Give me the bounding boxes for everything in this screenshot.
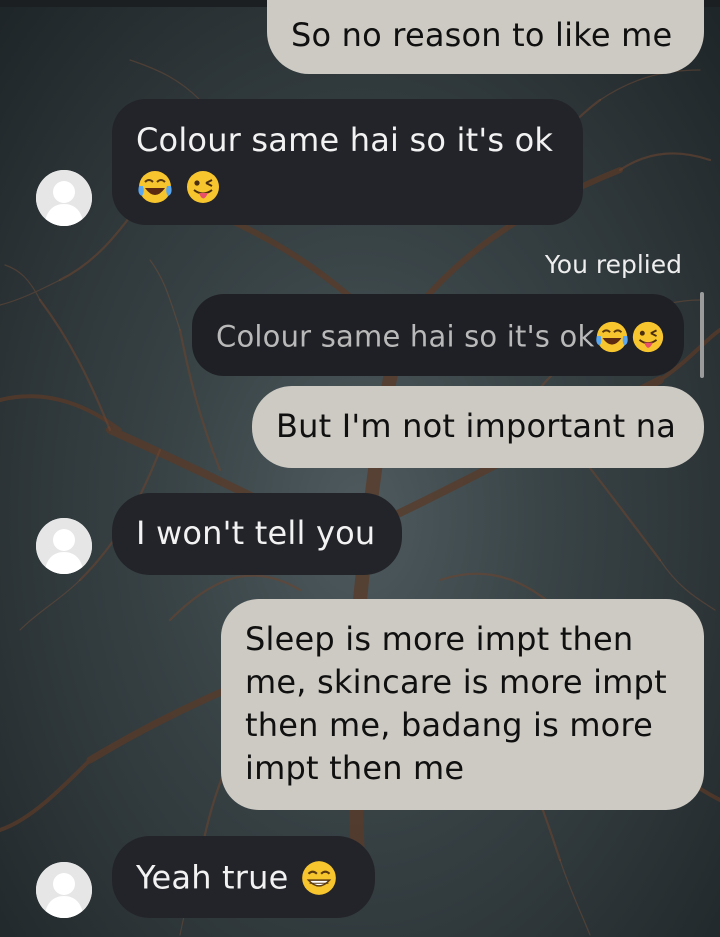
message-bubble-outgoing[interactable]: Sleep is more impt then me, skincare is … (221, 599, 704, 810)
message-text: But I'm not important na (276, 407, 677, 445)
face-with-tears-of-joy-icon (596, 321, 629, 353)
quoted-message[interactable]: Colour same hai so it's ok (192, 294, 684, 376)
winking-face-with-tongue-icon (187, 171, 220, 203)
winking-face-with-tongue-icon (633, 321, 664, 353)
face-with-tears-of-joy-icon (138, 171, 172, 203)
beaming-face-with-smiling-eyes-icon (302, 861, 336, 895)
message-text: Colour same hai so it's ok (136, 121, 554, 159)
message-bubble-incoming[interactable]: Colour same hai so it's ok (112, 99, 583, 225)
sender-avatar[interactable] (36, 170, 92, 226)
sender-avatar[interactable] (36, 518, 92, 574)
message-text: Yeah true (136, 858, 289, 897)
default-profile-icon (36, 170, 92, 226)
quoted-text: Colour same hai so it's ok (216, 319, 595, 354)
message-text-line: me, skincare is more impt (245, 663, 667, 701)
message-text: So no reason to like me (291, 16, 673, 54)
message-text-line: impt then me (245, 749, 465, 787)
message-text: I won't tell you (136, 514, 376, 552)
message-bubble-outgoing[interactable]: But I'm not important na (252, 386, 704, 468)
message-text-line: then me, badang is more (245, 706, 654, 744)
emoji-row (136, 164, 583, 204)
default-profile-icon (36, 862, 92, 918)
reply-indicator-bar (700, 292, 704, 378)
message-bubble-incoming[interactable]: Yeah true (112, 836, 375, 918)
default-profile-icon (36, 518, 92, 574)
reply-label: You replied (544, 250, 682, 279)
message-text-line: Sleep is more impt then (245, 620, 634, 658)
message-bubble-incoming[interactable]: I won't tell you (112, 493, 402, 575)
sender-avatar[interactable] (36, 862, 92, 918)
message-bubble-outgoing[interactable]: So no reason to like me (267, 0, 704, 74)
